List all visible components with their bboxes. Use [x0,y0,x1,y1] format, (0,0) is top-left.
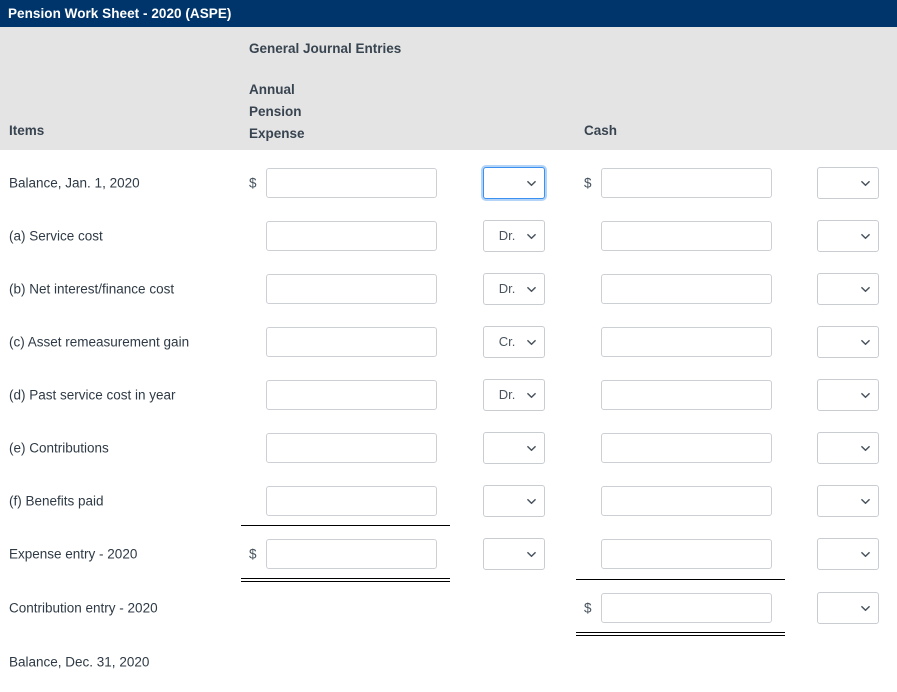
expense-subtotal-top-rule [241,525,450,526]
row-label: (b) Net interest/finance cost [9,281,175,296]
window-title-bar: Pension Work Sheet - 2020 (ASPE) [0,0,897,27]
worksheet-row: Expense entry - 2020 $ Dr.Cr. Dr.Cr. [0,527,897,580]
row-label: (c) Asset remeasurement gain [9,334,190,349]
cash-drcr-select[interactable]: Dr.Cr. [817,537,879,570]
pension-worksheet-grid: Balance, Jan. 1, 2020$Dr.Cr.$Dr.Cr.(a) S… [0,150,897,692]
expense-drcr-select[interactable]: Dr.Cr. [483,272,545,305]
cash-subtotal-top-rule [576,579,785,580]
expense-drcr-select[interactable]: Dr.Cr. [483,166,545,199]
expense-amount-input[interactable] [266,273,437,304]
cash-amount-input[interactable] [601,432,772,463]
expense-drcr-select[interactable]: Dr.Cr. [483,537,545,570]
cash-drcr-select[interactable]: Dr.Cr. [817,219,879,252]
annual-pension-expense-line-3: Expense [249,126,305,141]
row-label: Contribution entry - 2020 [9,600,158,615]
dollar-sign-expense: $ [249,175,257,190]
expense-amount-input[interactable] [266,326,437,357]
expense-amount-input[interactable] [266,485,437,516]
annual-pension-expense-header: Annual Pension Expense [249,79,305,145]
row-label: Balance, Dec. 31, 2020 [9,654,150,669]
expense-amount-input[interactable] [266,220,437,251]
worksheet-row: Contribution entry - 2020 $ Dr.Cr. [0,581,897,634]
cash-drcr-select[interactable]: Dr.Cr. [817,272,879,305]
window-title: Pension Work Sheet - 2020 (ASPE) [8,5,232,21]
worksheet-row: Balance, Jan. 1, 2020 $ Dr.Cr. $ Dr.Cr. [0,156,897,209]
row-label: (a) Service cost [9,228,103,243]
row-label: (f) Benefits paid [9,493,104,508]
worksheet-row: (c) Asset remeasurement gain Dr.Cr. Dr.Cr. [0,315,897,368]
expense-drcr-select[interactable]: Dr.Cr. [483,484,545,517]
general-journal-entries-header: General Journal Entries [249,41,402,56]
cash-amount-input[interactable] [601,592,772,623]
cash-drcr-select[interactable]: Dr.Cr. [817,431,879,464]
worksheet-row: Balance, Dec. 31, 2020 [0,635,897,688]
row-label: Balance, Jan. 1, 2020 [9,175,140,190]
cash-amount-input[interactable] [601,326,772,357]
worksheet-row: (b) Net interest/finance cost Dr.Cr. Dr.Cr… [0,262,897,315]
cash-drcr-select[interactable]: Dr.Cr. [817,591,879,624]
cash-amount-input[interactable] [601,485,772,516]
expense-amount-input[interactable] [266,379,437,410]
cash-amount-input[interactable] [601,379,772,410]
dollar-sign-expense: $ [249,546,257,561]
cash-amount-input[interactable] [601,538,772,569]
expense-amount-input[interactable] [266,432,437,463]
worksheet-row: (a) Service cost Dr.Cr. Dr.Cr. [0,209,897,262]
cash-amount-input[interactable] [601,273,772,304]
worksheet-row: (e) Contributions Dr.Cr. Dr.Cr. [0,421,897,474]
dollar-sign-cash: $ [584,600,592,615]
expense-amount-input[interactable] [266,167,437,198]
cash-total-double-rule [576,632,785,636]
cash-drcr-select[interactable]: Dr.Cr. [817,166,879,199]
cash-amount-input[interactable] [601,167,772,198]
dollar-sign-cash: $ [584,175,592,190]
cash-drcr-select[interactable]: Dr.Cr. [817,484,879,517]
row-label: (d) Past service cost in year [9,387,176,402]
expense-total-double-rule [241,578,450,582]
expense-amount-input[interactable] [266,538,437,569]
cash-drcr-select[interactable]: Dr.Cr. [817,325,879,358]
expense-drcr-select[interactable]: Dr.Cr. [483,219,545,252]
row-label: (e) Contributions [9,440,109,455]
cash-amount-input[interactable] [601,220,772,251]
expense-drcr-select[interactable]: Dr.Cr. [483,378,545,411]
cash-drcr-select[interactable]: Dr.Cr. [817,378,879,411]
annual-pension-expense-line-2: Pension [249,104,302,119]
column-header-band: General Journal Entries Annual Pension E… [0,27,897,150]
expense-drcr-select[interactable]: Dr.Cr. [483,325,545,358]
cash-column-header: Cash [584,123,618,138]
worksheet-row: (f) Benefits paid Dr.Cr. Dr.Cr. [0,474,897,527]
items-column-header: Items [9,123,45,138]
worksheet-row: (d) Past service cost in year Dr.Cr. Dr.Cr… [0,368,897,421]
expense-drcr-select[interactable]: Dr.Cr. [483,431,545,464]
row-label: Expense entry - 2020 [9,546,138,561]
annual-pension-expense-line-1: Annual [249,82,295,97]
